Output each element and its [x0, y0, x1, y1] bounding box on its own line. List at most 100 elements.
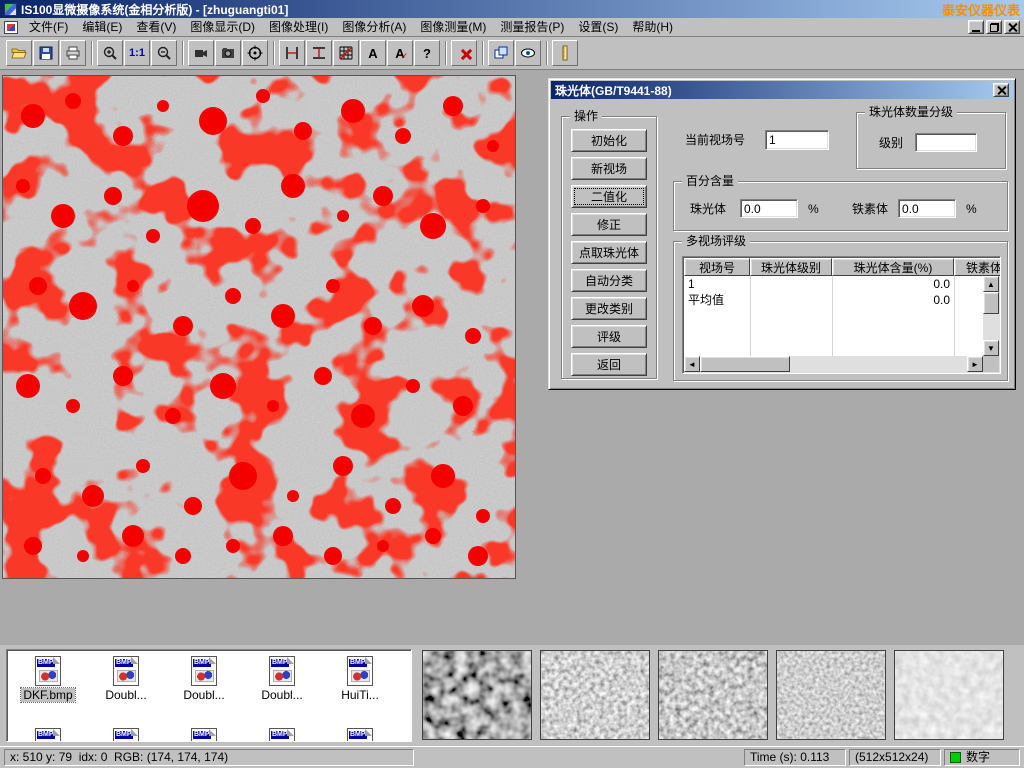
- scroll-left-button[interactable]: ◄: [684, 356, 700, 372]
- dialog-close-button[interactable]: [993, 83, 1009, 97]
- vertical-scroll-thumb[interactable]: [983, 292, 999, 314]
- file-item[interactable]: BMP: [89, 728, 163, 742]
- thumbnail-4[interactable]: [776, 650, 886, 740]
- file-item[interactable]: BMP Doubl...: [167, 656, 241, 702]
- col-ferrite: 铁素体: [954, 258, 1001, 276]
- print-button[interactable]: [60, 40, 86, 66]
- mdi-client-area: 珠光体(GB/T9441-88) 操作 初始化 新视场 二值化 修正 点取珠光体…: [0, 70, 1024, 645]
- grid-measure-icon: [338, 45, 354, 61]
- overlay-windows-button[interactable]: [488, 40, 514, 66]
- scroll-right-button[interactable]: ►: [967, 356, 983, 372]
- pearlite-percent-input[interactable]: [740, 199, 798, 218]
- menu-file[interactable]: 文件(F): [22, 18, 75, 36]
- file-item[interactable]: BMP: [323, 728, 397, 742]
- cut-button[interactable]: [451, 40, 477, 66]
- bmp-file-icon: BMP: [347, 728, 373, 742]
- file-item[interactable]: BMP Doubl...: [245, 656, 319, 702]
- bmp-file-icon: BMP: [191, 656, 217, 686]
- file-list[interactable]: BMP DKF.bmp BMP Doubl... BMP Doubl... BM…: [6, 649, 412, 742]
- print-icon: [65, 45, 81, 61]
- initialize-button[interactable]: 初始化: [571, 129, 647, 152]
- thumbnail-5[interactable]: [894, 650, 1004, 740]
- actual-size-button[interactable]: 1:1: [124, 40, 150, 66]
- menu-settings[interactable]: 设置(S): [571, 18, 625, 36]
- grid-measure-button[interactable]: [333, 40, 359, 66]
- video-capture-button[interactable]: [188, 40, 214, 66]
- text-verify-button[interactable]: A ✓: [387, 40, 413, 66]
- menu-edit[interactable]: 编辑(E): [75, 18, 129, 36]
- zoom-in-button[interactable]: [97, 40, 123, 66]
- bmp-file-icon: BMP: [35, 728, 61, 742]
- menu-view[interactable]: 查看(V): [129, 18, 183, 36]
- pick-pearlite-button[interactable]: 点取珠光体: [571, 241, 647, 264]
- measure-vertical-button[interactable]: [306, 40, 332, 66]
- file-item[interactable]: BMP: [167, 728, 241, 742]
- target-button[interactable]: [242, 40, 268, 66]
- camera-mode-cell: 数字: [944, 749, 1020, 766]
- vertical-scrollbar[interactable]: ▲ ▼: [983, 276, 999, 356]
- text-annotate-button[interactable]: A: [360, 40, 386, 66]
- open-icon: [11, 45, 27, 61]
- ferrite-percent-input[interactable]: [898, 199, 956, 218]
- dialog-title-bar[interactable]: 珠光体(GB/T9441-88): [551, 81, 1013, 99]
- menu-help[interactable]: 帮助(H): [625, 18, 680, 36]
- menu-image-process[interactable]: 图像处理(I): [262, 18, 335, 36]
- level-input[interactable]: [915, 133, 977, 152]
- zoom-out-button[interactable]: [151, 40, 177, 66]
- cell-content: 0.0: [832, 292, 954, 308]
- file-item[interactable]: BMP DKF.bmp: [11, 656, 85, 702]
- thumbnail-1[interactable]: [422, 650, 532, 740]
- toolbar-separator: [546, 41, 548, 65]
- binarize-button[interactable]: 二值化: [571, 185, 647, 208]
- title-bar[interactable]: IS100显微摄像系统(金相分析版) - [zhuguangti01] 泰安仪器…: [0, 0, 1024, 18]
- menu-report[interactable]: 测量报告(P): [493, 18, 571, 36]
- table-row[interactable]: 1 0.0: [684, 276, 983, 292]
- scroll-down-button[interactable]: ▼: [983, 340, 999, 356]
- file-item[interactable]: BMP: [11, 728, 85, 742]
- table-row[interactable]: 平均值 0.0: [684, 292, 983, 308]
- cell-ferrite: [954, 276, 983, 292]
- horizontal-scrollbar[interactable]: ◄ ►: [684, 356, 983, 372]
- horizontal-scroll-thumb[interactable]: [700, 356, 790, 372]
- help-button[interactable]: ?: [414, 40, 440, 66]
- menu-image-display[interactable]: 图像显示(D): [183, 18, 262, 36]
- cell-content: 0.0: [832, 276, 954, 292]
- open-button[interactable]: [6, 40, 32, 66]
- child-close-button[interactable]: [1004, 20, 1020, 34]
- auto-classify-button[interactable]: 自动分类: [571, 269, 647, 292]
- thumbnail-2[interactable]: [540, 650, 650, 740]
- child-minimize-button[interactable]: [968, 20, 984, 34]
- change-class-button[interactable]: 更改类别: [571, 297, 647, 320]
- ferrite-label: 铁素体: [852, 199, 888, 219]
- menu-image-measure[interactable]: 图像测量(M): [413, 18, 493, 36]
- correct-button[interactable]: 修正: [571, 213, 647, 236]
- ruler-button[interactable]: [552, 40, 578, 66]
- save-button[interactable]: [33, 40, 59, 66]
- text-annotate-icon: A: [368, 46, 377, 61]
- file-item[interactable]: BMP Doubl...: [89, 656, 163, 702]
- dialog-title: 珠光体(GB/T9441-88): [555, 82, 672, 99]
- grade-button[interactable]: 评级: [571, 325, 647, 348]
- preview-button[interactable]: [515, 40, 541, 66]
- close-icon: [997, 86, 1006, 95]
- still-capture-button[interactable]: [215, 40, 241, 66]
- image-canvas[interactable]: [2, 75, 516, 579]
- pearlite-dialog: 珠光体(GB/T9441-88) 操作 初始化 新视场 二值化 修正 点取珠光体…: [548, 78, 1016, 390]
- current-field-input[interactable]: [765, 130, 829, 150]
- file-item[interactable]: BMP HuiTi...: [323, 656, 397, 702]
- thumbnail-3[interactable]: [658, 650, 768, 740]
- scroll-track[interactable]: [790, 356, 967, 372]
- toolbar-separator: [91, 41, 93, 65]
- child-restore-button[interactable]: [986, 20, 1002, 34]
- file-item[interactable]: BMP: [245, 728, 319, 742]
- bmp-tag: BMP: [193, 731, 211, 739]
- return-button[interactable]: 返回: [571, 353, 647, 376]
- time-info: Time (s): 0.113: [744, 749, 846, 766]
- multifield-group-title: 多视场评级: [682, 234, 750, 248]
- scroll-up-button[interactable]: ▲: [983, 276, 999, 292]
- menu-image-analysis[interactable]: 图像分析(A): [335, 18, 413, 36]
- new-field-button[interactable]: 新视场: [571, 157, 647, 180]
- file-name: Doubl...: [103, 688, 148, 702]
- measure-horizontal-button[interactable]: [279, 40, 305, 66]
- camera-led-icon: [950, 752, 961, 763]
